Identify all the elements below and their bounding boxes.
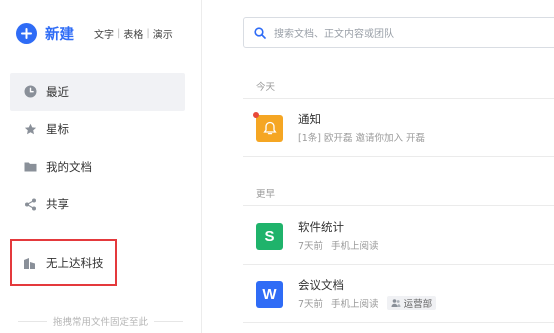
unread-dot xyxy=(253,111,259,118)
building-icon xyxy=(23,256,37,270)
sheet-icon: S xyxy=(256,222,283,250)
doc-title: 软件统计 xyxy=(298,220,344,234)
sidebar: 新建 文字 | 表格 | 演示 最近 星标 我的文档 共享 无上达科技 拖拽常用… xyxy=(0,0,202,333)
sidebar-item-recent[interactable]: 最近 xyxy=(10,73,185,111)
separator: | xyxy=(146,27,150,39)
sidebar-item-label: 共享 xyxy=(46,197,69,212)
list-item-doc[interactable]: W 会议文档 7天前 手机上阅读 运营部 xyxy=(243,270,554,318)
team-icon xyxy=(391,298,401,308)
sidebar-item-starred[interactable]: 星标 xyxy=(10,111,185,149)
search-icon xyxy=(254,26,266,39)
sidebar-item-label: 星标 xyxy=(46,122,69,137)
star-icon xyxy=(23,122,37,136)
quick-link-sheet[interactable]: 表格 xyxy=(123,26,143,41)
sidebar-nav: 最近 星标 我的文档 共享 xyxy=(10,73,185,223)
divider xyxy=(243,264,554,265)
search-placeholder: 搜索文档、正文内容或团队 xyxy=(274,29,394,40)
doc-time: 7天前 xyxy=(298,299,324,310)
list-item-notification[interactable]: 通知 [1条] 欧开磊 邀请你加入 开磊 xyxy=(243,104,554,152)
pin-drop-zone: 拖拽常用文件固定至此 xyxy=(18,314,184,328)
doc-title: 通知 xyxy=(298,112,321,126)
new-button[interactable]: 新建 xyxy=(45,23,74,44)
doc-text: 软件统计 7天前 手机上阅读 xyxy=(298,220,379,252)
search-input[interactable]: 搜索文档、正文内容或团队 xyxy=(243,17,554,48)
team-label: 无上达科技 xyxy=(46,255,104,270)
doc-meta: [1条] 欧开磊 邀请你加入 开磊 xyxy=(298,130,425,144)
quick-create-links: 文字 | 表格 | 演示 xyxy=(94,26,173,41)
team-tag-label: 运营部 xyxy=(403,299,433,310)
doc-source: 手机上阅读 xyxy=(331,241,379,252)
doc-source: 手机上阅读 xyxy=(331,299,379,310)
section-label-earlier: 更早 xyxy=(256,189,276,200)
team-tag[interactable]: 运营部 xyxy=(386,296,437,310)
doc-time: 7天前 xyxy=(298,241,324,252)
divider xyxy=(243,156,554,157)
quick-link-text[interactable]: 文字 xyxy=(94,26,114,41)
quick-link-slides[interactable]: 演示 xyxy=(153,26,173,41)
doc-meta: 7天前 手机上阅读 xyxy=(298,238,379,252)
folder-icon xyxy=(23,160,37,174)
sidebar-item-team[interactable]: 无上达科技 xyxy=(10,239,117,286)
section-label-today: 今天 xyxy=(256,82,276,93)
pin-hint-text: 拖拽常用文件固定至此 xyxy=(53,317,149,328)
separator: | xyxy=(117,27,121,39)
sheet-icon-letter: S xyxy=(264,227,275,245)
clock-icon xyxy=(23,85,37,99)
new-row: 新建 文字 | 表格 | 演示 xyxy=(16,21,173,45)
new-plus-icon[interactable] xyxy=(16,22,37,44)
doc-text: 通知 [1条] 欧开磊 邀请你加入 开磊 xyxy=(298,112,425,144)
sidebar-item-my-docs[interactable]: 我的文档 xyxy=(10,148,185,186)
divider xyxy=(243,98,554,99)
word-icon-letter: W xyxy=(262,285,277,303)
sidebar-item-label: 我的文档 xyxy=(46,159,92,174)
share-icon xyxy=(23,197,37,211)
divider xyxy=(18,320,47,322)
doc-meta: 7天前 手机上阅读 运营部 xyxy=(298,296,437,310)
bell-icon xyxy=(253,111,283,142)
word-icon: W xyxy=(256,280,283,308)
notification-summary: [1条] 欧开磊 邀请你加入 开磊 xyxy=(298,133,426,144)
doc-text: 会议文档 7天前 手机上阅读 运营部 xyxy=(298,278,437,310)
divider xyxy=(154,320,184,322)
list-item-doc[interactable]: S 软件统计 7天前 手机上阅读 xyxy=(243,212,554,260)
sidebar-item-shared[interactable]: 共享 xyxy=(10,186,185,224)
doc-title: 会议文档 xyxy=(298,278,344,292)
sidebar-item-label: 最近 xyxy=(46,84,69,99)
divider xyxy=(243,205,554,206)
divider xyxy=(243,322,554,323)
